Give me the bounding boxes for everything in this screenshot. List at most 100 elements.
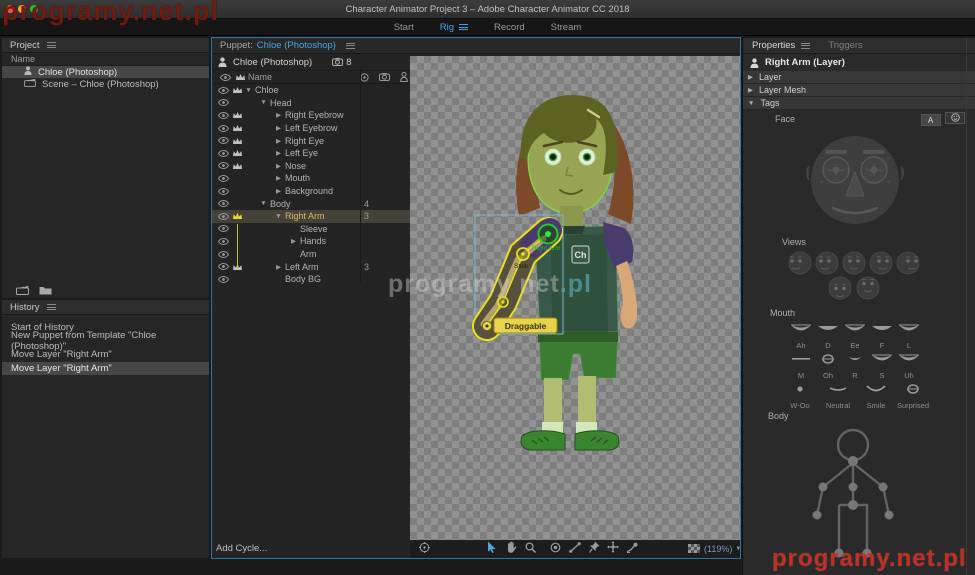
tree-row-label: Right Arm [283,211,325,221]
section-layer[interactable]: ▶Layer [743,71,975,84]
visibility-eye-icon[interactable] [216,200,230,207]
visibility-eye-icon[interactable] [216,263,230,270]
panel-menu-icon[interactable] [801,41,810,50]
camera-icon[interactable] [379,73,390,81]
pin-tool-icon[interactable] [589,540,600,558]
tab-triggers[interactable]: Triggers [828,40,863,51]
visibility-eye-icon[interactable] [216,188,230,195]
mouth-viseme-l[interactable]: L [889,322,929,350]
record-handle-icon[interactable] [550,540,561,558]
visibility-eye-icon[interactable] [216,162,230,169]
visibility-eye-icon[interactable] [216,213,230,220]
face-auto-button[interactable]: A [921,114,941,126]
tree-row-label: Hands [298,236,326,246]
crown-tag-icon[interactable] [230,212,244,220]
project-item[interactable]: Scene – Chloe (Photoshop) [2,78,209,90]
mouth-viseme-neutral[interactable]: Neutral [818,382,858,410]
expand-arrow-icon[interactable]: ▶ [274,263,283,271]
handle-origin-icon[interactable] [360,73,369,82]
views-face-left[interactable] [814,250,840,276]
mouth-viseme-smile[interactable]: Smile [856,382,896,410]
expand-arrow-icon[interactable]: ▶ [274,149,283,157]
views-face-down[interactable] [827,275,853,301]
mouth-viseme-uh[interactable]: Uh [889,352,929,380]
views-face-up[interactable] [855,275,881,301]
origin-crosshair-icon[interactable] [419,540,430,558]
expand-arrow-icon[interactable]: ▶ [274,124,283,132]
expand-arrow-icon[interactable]: ▶ [274,187,283,195]
tab-properties[interactable]: Properties [752,40,810,51]
dangle-tool-icon[interactable] [607,540,619,558]
add-cycle-button[interactable]: Add Cycle... [216,543,267,554]
views-face-right[interactable] [868,250,894,276]
expand-arrow-icon[interactable]: ▶ [274,174,283,182]
visibility-eye-icon[interactable] [216,125,230,132]
expand-arrow-icon[interactable]: ▼ [259,200,268,207]
expand-arrow-icon[interactable]: ▶ [274,162,283,170]
maximize-window-icon[interactable] [30,5,38,13]
new-folder-icon[interactable] [39,282,52,300]
visibility-eye-icon[interactable] [216,175,230,182]
chevron-down-icon[interactable]: ▼ [735,546,741,552]
workspace-tab-start[interactable]: Start [394,22,414,33]
visibility-eye-icon[interactable] [216,99,230,106]
section-layer-mesh[interactable]: ▶Layer Mesh [743,84,975,97]
crown-tag-icon[interactable] [230,111,244,119]
project-item[interactable]: Chloe (Photoshop) [2,66,209,78]
puppet-title-name[interactable]: Chloe (Photoshop) [257,40,336,51]
crown-tag-icon[interactable] [230,162,244,170]
minimize-window-icon[interactable] [18,5,26,13]
crown-tag-icon[interactable] [230,137,244,145]
new-scene-icon[interactable] [16,282,29,300]
rig-canvas[interactable]: Ch [410,56,740,540]
person-pin-icon[interactable] [400,72,408,82]
transparency-grid-icon[interactable] [688,540,700,558]
crown-tag-icon[interactable] [230,124,244,132]
history-item[interactable]: Move Layer "Right Arm" [2,362,209,376]
mouth-viseme-surprised[interactable]: Surprised [893,382,933,410]
expand-arrow-icon[interactable]: ▼ [259,99,268,106]
crown-tag-icon[interactable] [230,86,244,94]
expand-arrow-icon[interactable]: ▼ [274,213,283,220]
face-smiley-button[interactable] [945,112,965,124]
tree-row-label: Left Eye [283,148,318,158]
visibility-eye-icon[interactable] [216,251,230,258]
selected-group-line [237,224,238,268]
workspace-tab-record[interactable]: Record [494,22,525,33]
visibility-eye-icon[interactable] [216,87,230,94]
expand-arrow-icon[interactable]: ▶ [289,237,298,245]
visibility-eye-icon[interactable] [216,238,230,245]
close-window-icon[interactable] [6,5,14,13]
section-tags[interactable]: ▼Tags [743,97,975,110]
camera-count: 8 [346,57,351,68]
visibility-eye-icon[interactable] [216,112,230,119]
views-face-far-right[interactable] [895,250,921,276]
select-tool-icon[interactable] [487,540,497,558]
stick-tool-icon[interactable] [569,540,581,558]
visibility-eye-icon[interactable] [216,150,230,157]
crown-tag-icon[interactable] [230,149,244,157]
hand-tool-icon[interactable] [506,540,517,558]
views-face-far-left[interactable] [787,250,813,276]
views-face-front[interactable] [841,250,867,276]
panel-menu-icon[interactable] [346,41,355,50]
zoom-tool-icon[interactable] [525,540,536,558]
tree-row-label: Sleeve [298,224,328,234]
visibility-eye-icon[interactable] [216,276,230,283]
visibility-eye-icon[interactable] [216,225,230,232]
workspace-tab-rig[interactable]: Rig [440,22,468,33]
workspace-tab-stream[interactable]: Stream [551,22,582,33]
left-leg [578,376,596,424]
draggable-tool-icon[interactable] [626,540,639,558]
panel-menu-icon[interactable] [47,41,56,50]
panel-menu-icon[interactable] [47,303,56,312]
history-item[interactable]: New Puppet from Template "Chloe (Photosh… [2,335,209,349]
visibility-eye-icon[interactable] [216,137,230,144]
expand-arrow-icon[interactable]: ▼ [244,87,253,94]
expand-arrow-icon[interactable]: ▶ [274,111,283,119]
puppet-root-name: Chloe (Photoshop) [233,57,312,68]
zoom-level-value[interactable]: (119%) [704,544,732,554]
expand-arrow-icon[interactable]: ▶ [274,137,283,145]
mouth-viseme-w-oo[interactable]: W-Oo [780,382,820,410]
scrollbar[interactable] [966,38,967,575]
